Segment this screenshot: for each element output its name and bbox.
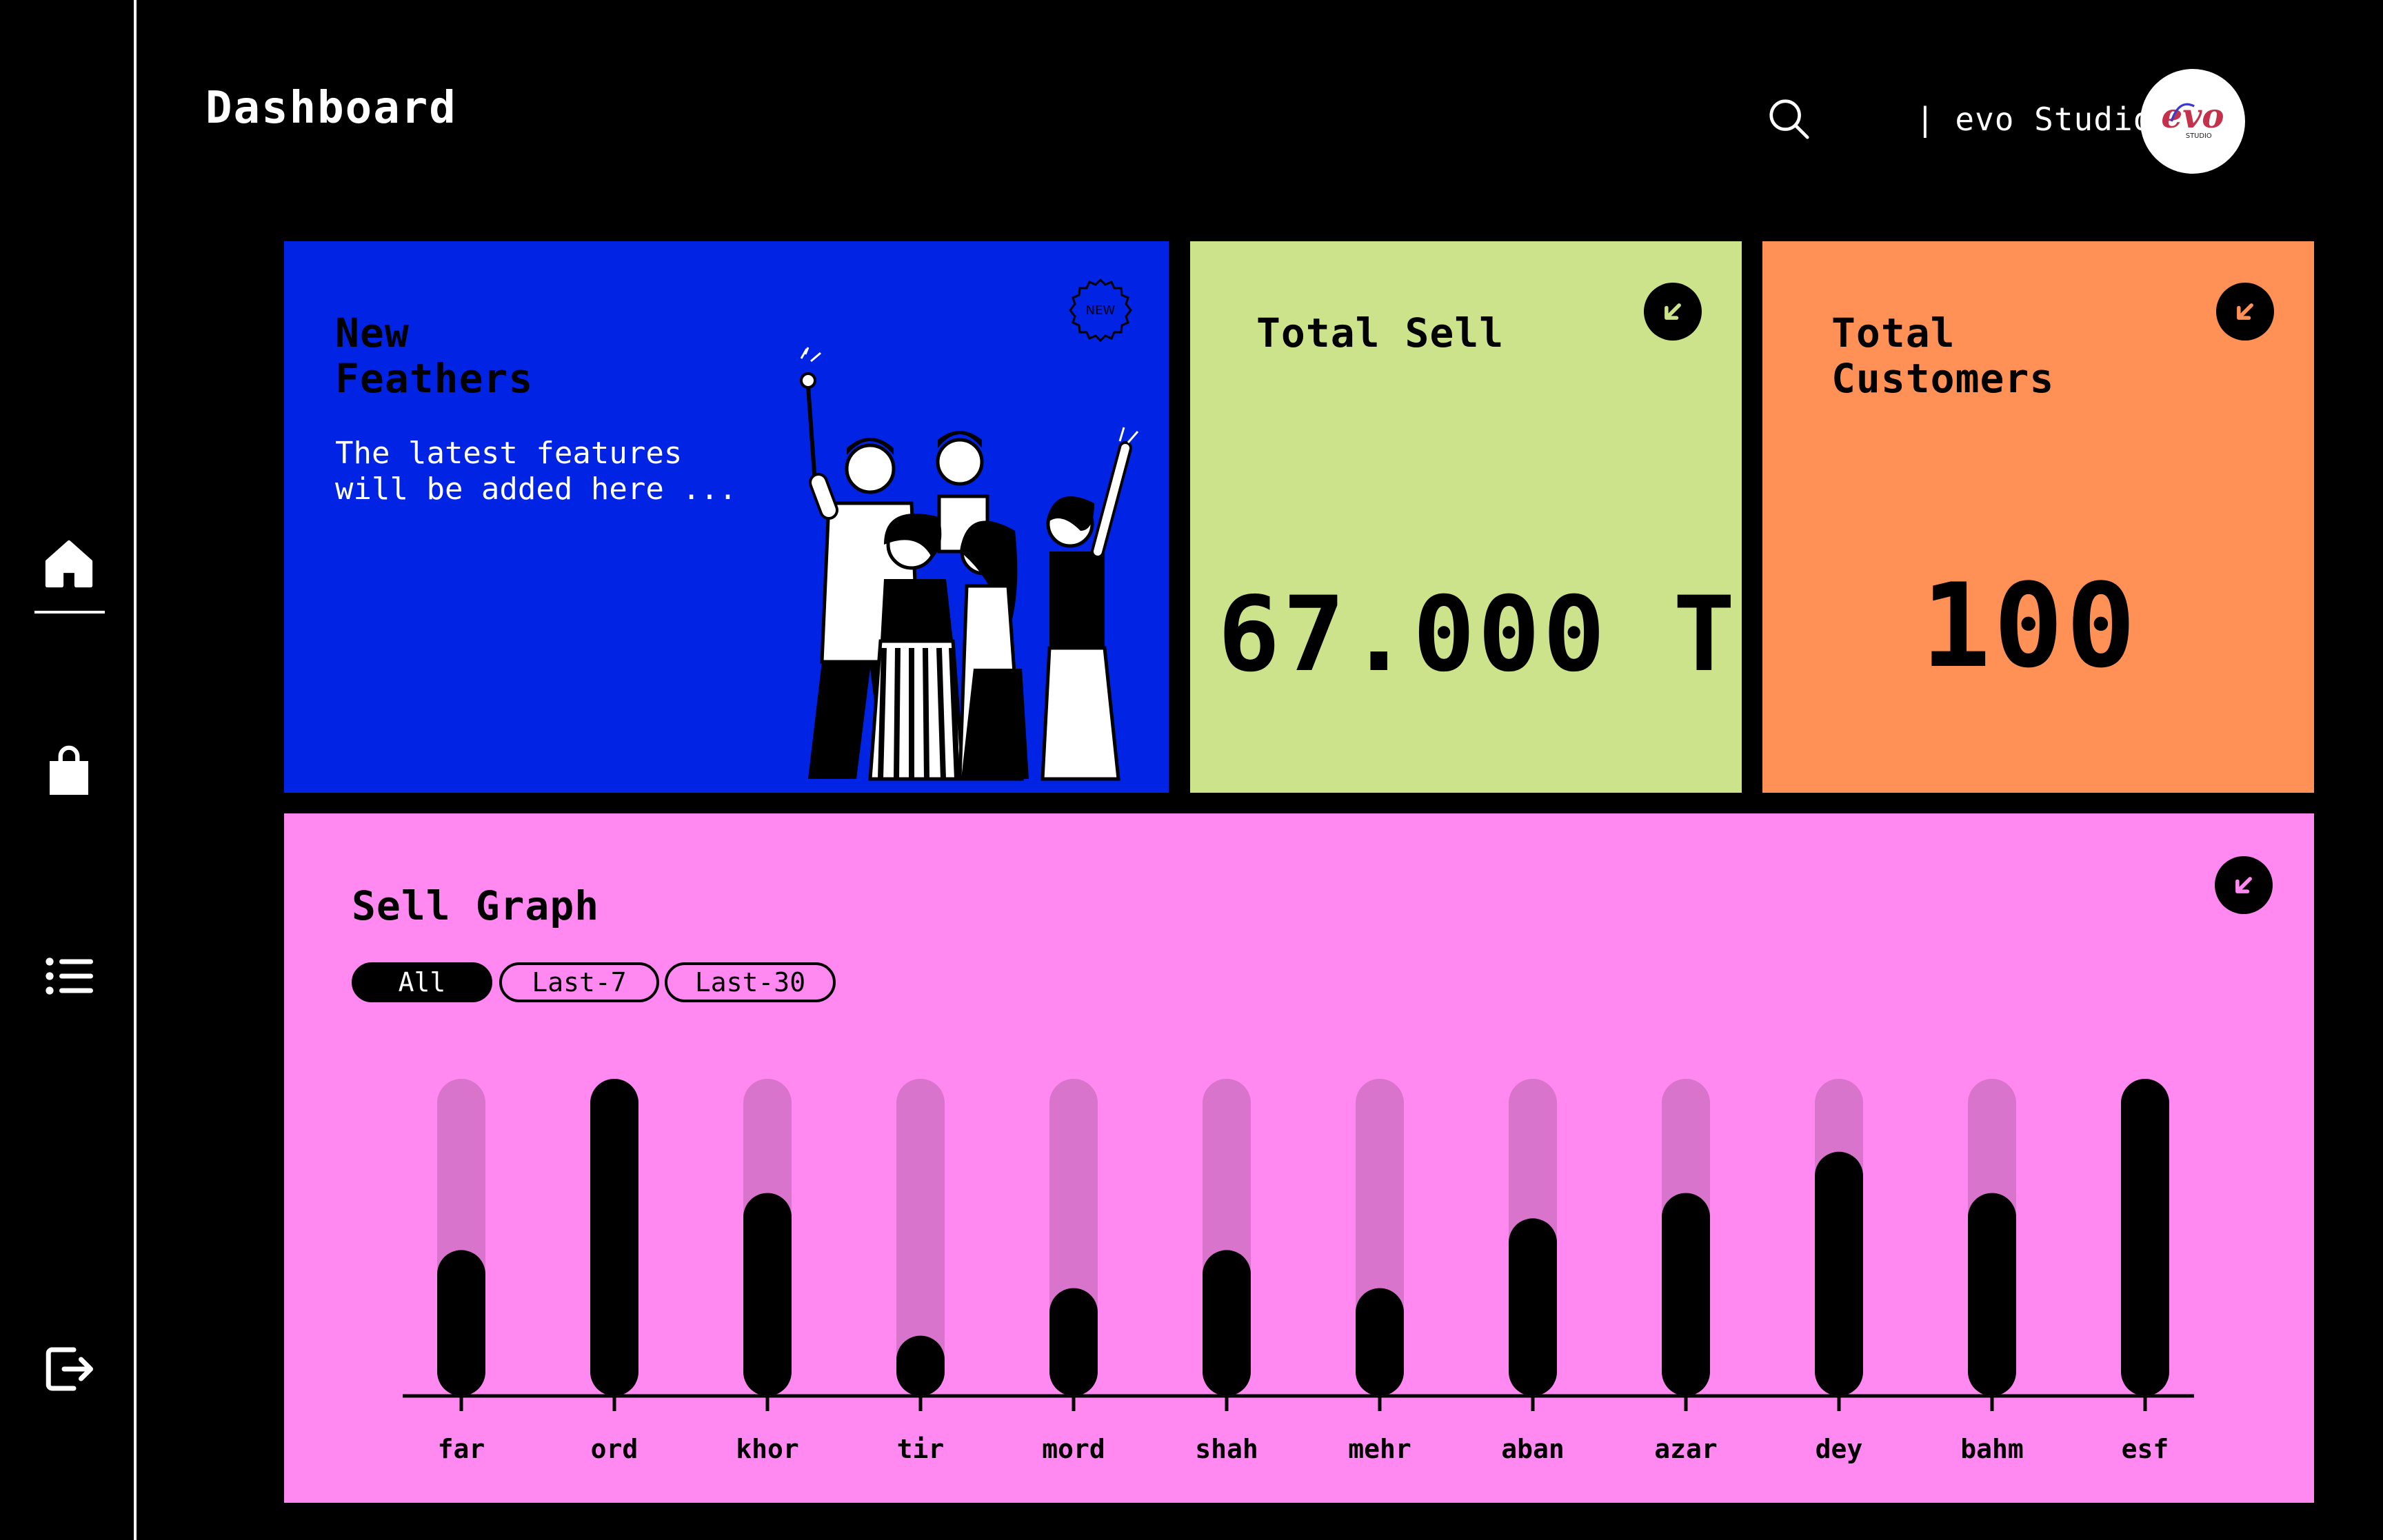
tick-label-tir: tir xyxy=(897,1434,945,1464)
logout-button[interactable] xyxy=(32,1332,106,1406)
active-nav-indicator xyxy=(34,611,105,614)
bar-shah[interactable] xyxy=(1203,1250,1251,1396)
tick-label-bahm: bahm xyxy=(1960,1434,2024,1464)
nav-list[interactable] xyxy=(32,939,106,1013)
filter-last-7-button[interactable]: Last-7 xyxy=(499,962,659,1002)
bar-ord[interactable] xyxy=(590,1079,639,1396)
new-badge-icon: NEW xyxy=(1069,278,1132,343)
list-icon xyxy=(46,958,93,995)
tick-label-far: far xyxy=(438,1434,485,1464)
sell-graph-card: far ord khor tir mord shah mehr aban azar dey bahm… xyxy=(284,813,2314,1503)
bar-dey[interactable] xyxy=(1815,1151,1863,1396)
arrow-down-left-icon xyxy=(2237,303,2253,320)
bar-esf[interactable] xyxy=(2121,1079,2169,1396)
sell-graph-expand-button[interactable] xyxy=(2215,856,2273,914)
features-subtitle: The latest features will be added here .… xyxy=(335,436,737,507)
bar-mord[interactable] xyxy=(1049,1288,1098,1396)
nav-shop[interactable] xyxy=(32,733,106,808)
tick-label-dey: dey xyxy=(1816,1434,1863,1464)
filter-all-button[interactable]: All xyxy=(352,962,492,1002)
filter-last-30-button[interactable]: Last-30 xyxy=(665,962,836,1002)
bar-far[interactable] xyxy=(437,1250,485,1396)
sidebar xyxy=(0,0,137,1540)
arrow-down-left-icon xyxy=(2235,877,2252,893)
svg-text:STUDIO: STUDIO xyxy=(2186,132,2212,140)
total-customers-value: 100 xyxy=(1921,558,2139,693)
bar-azar[interactable] xyxy=(1662,1193,1710,1396)
tick-label-azar: azar xyxy=(1654,1434,1718,1464)
svg-text:evo: evo xyxy=(2161,97,2224,136)
total-customers-expand-button[interactable] xyxy=(2216,283,2274,341)
tick-label-ord: ord xyxy=(591,1434,639,1464)
tick-label-mehr: mehr xyxy=(1348,1434,1411,1464)
tick-label-shah: shah xyxy=(1195,1434,1258,1464)
total-customers-title: Total Customers xyxy=(1831,310,2055,402)
bar-khor[interactable] xyxy=(743,1193,792,1396)
tick-label-esf: esf xyxy=(2122,1434,2169,1464)
shopping-bag-icon xyxy=(50,745,88,795)
bar-tir[interactable] xyxy=(896,1335,945,1396)
bar-aban[interactable] xyxy=(1509,1218,1557,1396)
nav-home[interactable] xyxy=(32,527,106,601)
search-button[interactable] xyxy=(1765,95,1813,143)
avatar[interactable]: evo STUDIO xyxy=(2140,69,2245,174)
tick-label-aban: aban xyxy=(1501,1434,1565,1464)
arrow-down-left-icon xyxy=(1665,303,1681,320)
total-sell-value: 67.000 T xyxy=(1218,575,1738,695)
celebration-illustration xyxy=(800,347,1139,781)
tick-label-khor: khor xyxy=(736,1434,799,1464)
total-customers-card: Total Customers 100 xyxy=(1762,241,2314,793)
new-badge-label: NEW xyxy=(1086,303,1116,318)
studio-name: | evo Studio xyxy=(1916,101,2153,138)
bar-bahm[interactable] xyxy=(1968,1193,2016,1396)
features-title: New Feathers xyxy=(335,310,534,402)
home-icon xyxy=(45,540,93,588)
new-features-card: New Feathers The latest features will be… xyxy=(284,241,1169,793)
total-sell-title: Total Sell xyxy=(1256,310,1505,356)
search-icon xyxy=(1769,99,1809,139)
total-sell-expand-button[interactable] xyxy=(1644,283,1702,341)
bar-mehr[interactable] xyxy=(1356,1288,1404,1396)
sell-graph-title: Sell Graph xyxy=(352,882,600,929)
logout-icon xyxy=(46,1347,93,1391)
page-title: Dashboard xyxy=(205,83,457,134)
evo-studio-logo: evo STUDIO xyxy=(2161,97,2224,140)
tick-label-mord: mord xyxy=(1042,1434,1105,1464)
total-sell-card: Total Sell 67.000 T xyxy=(1190,241,1742,793)
